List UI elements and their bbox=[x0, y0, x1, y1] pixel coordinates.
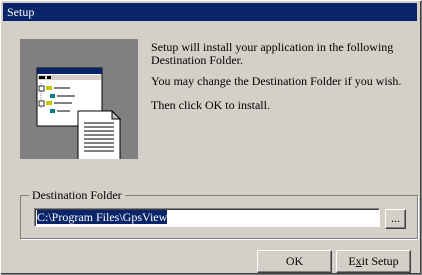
exit-label-prefix: E bbox=[348, 254, 356, 268]
change-message: You may change the Destination Folder if… bbox=[151, 74, 402, 88]
exit-label-suffix: it Setup bbox=[361, 254, 399, 268]
destination-folder-label: Destination Folder bbox=[29, 188, 125, 202]
title-bar[interactable]: Setup bbox=[3, 3, 417, 21]
destination-path-input[interactable]: C:\Program Files\GpsView bbox=[34, 208, 380, 227]
intro-message: Setup will install your application in t… bbox=[151, 41, 393, 67]
destination-folder-group: Destination Folder C:\Program Files\GpsV… bbox=[20, 188, 418, 239]
setup-illustration bbox=[20, 39, 138, 162]
setup-window: Setup Setup will install your applicatio… bbox=[0, 0, 422, 275]
exit-setup-button[interactable]: Exit Setup bbox=[336, 250, 411, 273]
installer-icon bbox=[36, 67, 122, 162]
click-ok-message: Then click OK to install. bbox=[151, 98, 270, 112]
window-title: Setup bbox=[7, 5, 35, 19]
browse-button[interactable]: ... bbox=[385, 209, 406, 229]
ok-button[interactable]: OK bbox=[257, 250, 332, 273]
destination-path-text: C:\Program Files\GpsView bbox=[37, 210, 168, 224]
intro-line-2: Destination Folder. bbox=[151, 53, 243, 67]
